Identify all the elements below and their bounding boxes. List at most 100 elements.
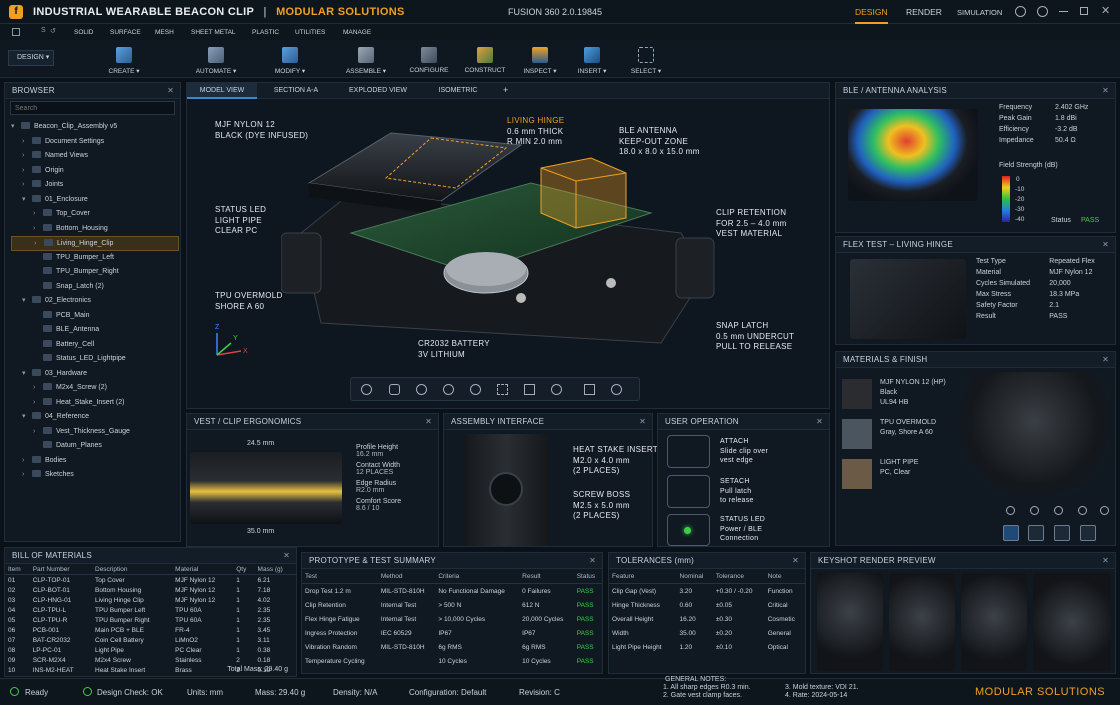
tab-simulation-workspace[interactable]: SIMULATION (957, 8, 1002, 17)
tab-sheet-metal[interactable]: SHEET METAL (191, 29, 236, 36)
close-icon[interactable]: ✕ (1102, 553, 1109, 569)
close-icon[interactable]: ✕ (639, 414, 646, 430)
help-icon[interactable] (1015, 6, 1026, 17)
close-icon[interactable]: ✕ (1102, 237, 1109, 253)
construct-group[interactable]: CONSTRUCT (464, 47, 506, 74)
column-header[interactable]: Mass (g) (254, 564, 296, 575)
material-search-icon[interactable] (1080, 525, 1096, 541)
close-icon[interactable]: ✕ (1102, 352, 1109, 368)
column-header[interactable]: Part Number (29, 564, 92, 575)
tab-solid[interactable]: SOLID (74, 29, 94, 36)
table-row[interactable]: 08 LP-PC-01 Light Pipe PC Clear 1 0.38 (5, 645, 296, 655)
browser-item[interactable]: BLE_Antenna (11, 323, 179, 338)
material-cube-icon[interactable] (1003, 525, 1019, 541)
tree-chevron-icon[interactable]: ▾ (22, 193, 32, 208)
column-header[interactable]: Qty (233, 564, 255, 575)
tree-chevron-icon[interactable]: ▾ (11, 120, 21, 135)
column-header[interactable]: Criteria (435, 569, 520, 584)
tab-utilities[interactable]: UTILITIES (295, 29, 325, 36)
tree-chevron-icon[interactable]: › (22, 468, 32, 483)
table-row[interactable]: 04 CLP-TPU-L TPU Bumper Left TPU 60A 1 2.35 (5, 605, 296, 615)
maximize-icon[interactable] (1080, 7, 1088, 15)
attach-icon[interactable] (667, 435, 710, 468)
browser-item[interactable]: › Named Views (11, 149, 179, 164)
tab-section-a-a[interactable]: SECTION A-A (265, 83, 327, 99)
tree-chevron-icon[interactable]: › (22, 164, 32, 179)
browser-item[interactable]: ▾ 02_Electronics (11, 294, 179, 309)
browser-item[interactable]: › Bodies (11, 454, 179, 469)
undo-icon[interactable]: ↺ (50, 27, 56, 35)
tab-isometric[interactable]: ISOMETRIC (432, 83, 484, 99)
close-icon[interactable]: ✕ (1102, 83, 1109, 99)
browser-item[interactable]: › Bottom_Housing (11, 222, 179, 237)
table-row[interactable]: Clip Gap (Vest) 3.20 +0.30 / -0.20 Function (609, 584, 805, 599)
table-row[interactable]: 07 BAT-CR2032 Coin Cell Battery LiMnO2 1 3.11 (5, 635, 296, 645)
material-light-icon[interactable] (1078, 506, 1087, 515)
tree-chevron-icon[interactable]: › (33, 381, 43, 396)
browser-item[interactable]: Battery_Cell (11, 338, 179, 353)
minimize-icon[interactable] (1059, 11, 1068, 12)
browser-item[interactable]: ▾ 01_Enclosure (11, 193, 179, 208)
tree-chevron-icon[interactable]: › (33, 222, 43, 237)
browser-item[interactable]: Status_LED_Lightpipe (11, 352, 179, 367)
browser-item[interactable]: Snap_Latch (2) (11, 280, 179, 295)
browser-item[interactable]: ▾ Beacon_Clip_Assembly v5 (11, 120, 179, 135)
tree-chevron-icon[interactable]: › (22, 178, 32, 193)
material-texture-icon[interactable] (1028, 525, 1044, 541)
automate-group[interactable]: AUTOMATE ▾ (193, 47, 239, 75)
tree-chevron-icon[interactable]: › (34, 237, 44, 252)
table-row[interactable]: 06 PCB-001 Main PCB + BLE FR-4 1 3.45 (5, 625, 296, 635)
status-led-icon[interactable] (667, 514, 710, 546)
column-header[interactable]: Nominal (676, 569, 713, 584)
add-tab-button[interactable]: + (503, 85, 508, 95)
browser-item[interactable]: TPU_Bumper_Left (11, 251, 179, 266)
material-item[interactable]: MJF NYLON 12 (HP) Black UL94 HB (842, 376, 962, 416)
table-row[interactable]: 09 SCR-M2X4 M2x4 Screw Stainless 2 0.18 (5, 655, 296, 665)
keyshot-render-2[interactable] (889, 573, 955, 671)
tree-chevron-icon[interactable]: › (33, 425, 43, 440)
save-icon[interactable]: S (41, 27, 46, 34)
column-header[interactable]: Material (172, 564, 234, 575)
table-row[interactable]: Light Pipe Height 1.20 ±0.10 Optical (609, 640, 805, 654)
material-next-icon[interactable] (1100, 506, 1109, 515)
assemble-group[interactable]: ASSEMBLE ▾ (344, 47, 388, 75)
table-row[interactable]: Overall Height 16.20 ±0.30 Cosmetic (609, 612, 805, 626)
browser-search-input[interactable] (10, 101, 175, 115)
fit-icon[interactable] (470, 384, 481, 395)
tab-plastic[interactable]: PLASTIC (252, 29, 279, 36)
orbit-icon[interactable] (361, 384, 372, 395)
configure-group[interactable]: CONFIGURE (408, 47, 450, 74)
browser-item[interactable]: › Sketches (11, 468, 179, 483)
tree-chevron-icon[interactable]: › (33, 207, 43, 222)
grid-settings-icon[interactable] (584, 384, 595, 395)
browser-item[interactable]: › Living_Hinge_Clip (11, 236, 179, 251)
close-icon[interactable]: ✕ (167, 83, 174, 99)
browser-item[interactable]: › Heat_Stake_Insert (2) (11, 396, 179, 411)
browser-item[interactable]: › Document Settings (11, 135, 179, 150)
beacon-clip-model[interactable] (281, 123, 721, 363)
browser-item[interactable]: › Top_Cover (11, 207, 179, 222)
table-row[interactable]: Flex Hinge Fatigue Internal Test > 10,000 … (302, 612, 602, 626)
tree-chevron-icon[interactable]: ▾ (22, 294, 32, 309)
tree-chevron-icon[interactable]: › (33, 396, 43, 411)
close-icon[interactable]: ✕ (425, 414, 432, 430)
table-row[interactable]: Width 35.00 ±0.20 General (609, 626, 805, 640)
tab-render-workspace[interactable]: RENDER (906, 7, 942, 17)
column-header[interactable]: Method (377, 569, 436, 584)
design-dropdown[interactable]: DESIGN ▾ (8, 50, 54, 66)
tab-surface[interactable]: SURFACE (110, 29, 141, 36)
close-icon[interactable]: ✕ (283, 548, 290, 564)
reset-view-icon[interactable] (611, 384, 622, 395)
keyshot-render-3[interactable] (961, 573, 1027, 671)
tree-chevron-icon[interactable]: › (22, 454, 32, 469)
material-prev-icon[interactable] (1006, 506, 1015, 515)
pan-icon[interactable] (389, 384, 400, 395)
column-header[interactable]: Test (302, 569, 378, 584)
visual-style-icon[interactable] (551, 384, 562, 395)
table-row[interactable]: 03 CLP-HNG-01 Living Hinge Clip MJF Nylon 1… (5, 595, 296, 605)
detach-icon[interactable] (667, 475, 710, 508)
keyshot-render-1[interactable] (817, 573, 883, 671)
browser-item[interactable]: ▾ 03_Hardware (11, 367, 179, 382)
info-icon[interactable] (1037, 6, 1048, 17)
column-header[interactable]: Feature (609, 569, 677, 584)
